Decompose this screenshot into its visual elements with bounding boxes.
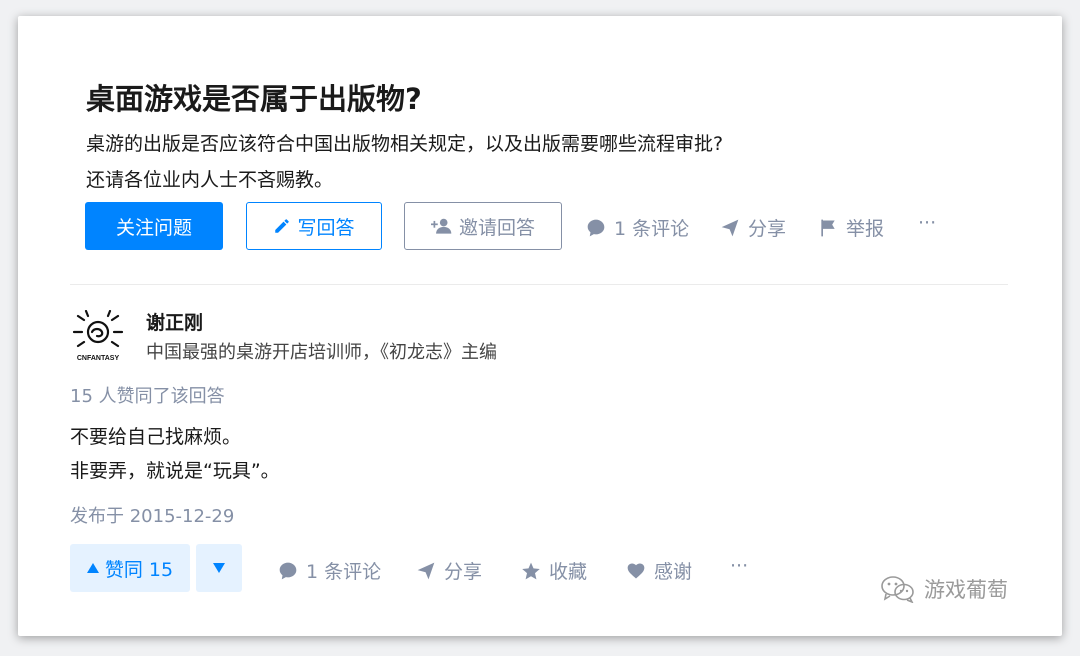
question-description: 桌游的出版是否应该符合中国出版物相关规定，以及出版需要哪些流程审批? 还请各位业… [86,126,723,198]
question-title[interactable]: 桌面游戏是否属于出版物? [86,76,422,118]
collect-button[interactable]: 收藏 [521,557,587,584]
question-share-button[interactable]: 分享 [720,214,786,241]
answer-paragraph: 不要给自己找麻烦。 [70,426,242,448]
question-more-button[interactable]: ··· [918,212,936,234]
votes-summary[interactable]: 15 人赞同了该回答 [70,382,225,408]
question-description-line: 还请各位业内人士不吝赐教。 [86,169,334,191]
answer-comments-button[interactable]: 1 条评论 [278,557,381,584]
star-icon [522,562,540,579]
author-bio: 中国最强的桌游开店培训师，《初龙志》主编 [146,342,497,363]
comment-icon [279,562,297,579]
question-comments-label: 1 条评论 [614,218,690,240]
avatar[interactable]: CNFANTASY [70,309,126,366]
answer-comments-label: 1 条评论 [306,561,382,583]
collect-label: 收藏 [549,561,588,583]
question-share-label: 分享 [748,218,787,240]
upvote-label: 赞同 15 [104,558,174,581]
watermark-text: 游戏葡萄 [924,578,1008,602]
downvote-button[interactable] [196,544,242,592]
more-icon: ··· [918,212,937,234]
pencil-icon [275,219,290,233]
report-button[interactable]: 举报 [818,214,884,241]
section-divider [70,284,1008,285]
watermark: 游戏葡萄 [880,574,1008,604]
question-card: 桌面游戏是否属于出版物? 桌游的出版是否应该符合中国出版物相关规定，以及出版需要… [18,16,1062,636]
comment-icon [587,219,605,236]
triangle-up-icon [86,563,99,573]
author-name[interactable]: 谢正刚 [146,308,203,335]
follow-question-label: 关注问题 [115,216,192,239]
thanks-label: 感谢 [654,561,693,583]
published-date[interactable]: 发布于 2015-12-29 [70,502,234,528]
share-icon [417,562,435,579]
cnfantasy-logo-icon: CNFANTASY [72,309,124,362]
question-comments-button[interactable]: 1 条评论 [586,214,689,241]
more-icon: ··· [730,555,749,577]
flag-icon [821,219,835,236]
heart-icon [627,563,645,578]
answer-content: 不要给自己找麻烦。 非要弄，就说是“玩具”。 [70,420,280,488]
share-icon [721,219,739,236]
invite-answer-label: 邀请回答 [458,216,535,239]
invite-answer-button[interactable]: 邀请回答 [404,202,562,250]
question-description-line: 桌游的出版是否应该符合中国出版物相关规定，以及出版需要哪些流程审批? [86,133,724,155]
report-label: 举报 [846,218,885,240]
thanks-button[interactable]: 感谢 [626,557,692,584]
answer-paragraph: 非要弄，就说是“玩具”。 [70,460,280,482]
triangle-down-icon [213,563,225,573]
wechat-icon [881,576,914,603]
answer-share-button[interactable]: 分享 [416,557,482,584]
svg-text:CNFANTASY: CNFANTASY [77,355,120,362]
answer-share-label: 分享 [444,561,483,583]
write-answer-button[interactable]: 写回答 [246,202,382,250]
upvote-button[interactable]: 赞同 15 [70,544,190,592]
answer-more-button[interactable]: ··· [730,555,748,577]
follow-question-button[interactable]: 关注问题 [85,202,223,250]
write-answer-label: 写回答 [297,216,355,239]
add-user-icon [430,218,452,234]
